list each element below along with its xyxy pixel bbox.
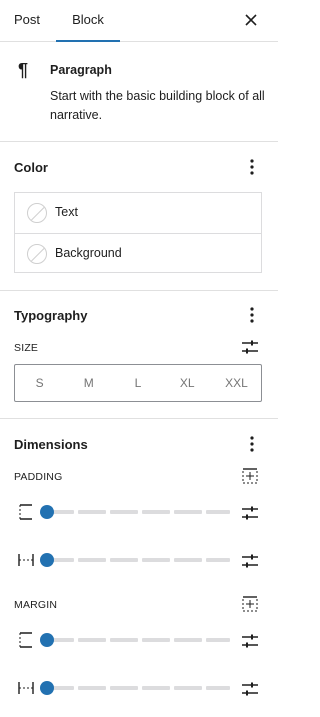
color-panel-title: Color [14, 160, 48, 175]
slider-thumb[interactable] [40, 505, 54, 519]
empty-swatch-icon [27, 203, 47, 223]
typography-panel-title: Typography [14, 308, 88, 323]
tab-post[interactable]: Post [14, 0, 40, 42]
horizontal-sides-icon [18, 554, 34, 566]
block-description: Start with the basic building block of a… [50, 89, 265, 122]
slider-thumb[interactable] [40, 681, 54, 695]
color-item-label: Text [55, 205, 78, 219]
color-item-text[interactable]: Text [15, 193, 261, 233]
dimensions-panel-title: Dimensions [14, 437, 88, 452]
padding-horizontal-slider[interactable] [40, 553, 230, 567]
font-size-m[interactable]: M [64, 365, 113, 401]
slider-thumb[interactable] [40, 633, 54, 647]
divider [0, 418, 278, 419]
color-item-label: Background [55, 246, 122, 260]
color-options-icon[interactable] [244, 157, 260, 177]
margin-vertical-slider[interactable] [40, 633, 230, 647]
font-size-s[interactable]: S [15, 365, 64, 401]
margin-horizontal-slider[interactable] [40, 681, 230, 695]
unlink-sides-icon[interactable] [240, 594, 260, 614]
custom-value-icon[interactable] [240, 679, 260, 699]
font-size-l[interactable]: L [113, 365, 162, 401]
padding-vertical-slider[interactable] [40, 505, 230, 519]
vertical-sides-icon [19, 632, 32, 648]
font-size-picker: S M L XL XXL [14, 364, 262, 402]
close-icon[interactable] [241, 10, 261, 30]
divider [0, 290, 278, 291]
paragraph-icon: ¶ [18, 60, 29, 80]
vertical-sides-icon [19, 504, 32, 520]
custom-size-icon[interactable] [240, 337, 260, 357]
dimensions-options-icon[interactable] [244, 434, 260, 454]
horizontal-sides-icon [18, 682, 34, 694]
margin-label: MARGIN [14, 599, 58, 611]
font-size-xl[interactable]: XL [163, 365, 212, 401]
custom-value-icon[interactable] [240, 631, 260, 651]
slider-thumb[interactable] [40, 553, 54, 567]
color-item-background[interactable]: Background [15, 233, 261, 273]
custom-value-icon[interactable] [240, 503, 260, 523]
padding-label: PADDING [14, 471, 63, 483]
block-title: Paragraph [50, 63, 112, 77]
empty-swatch-icon [27, 244, 47, 264]
color-list: Text Background [14, 192, 262, 273]
sidebar-tabs: Post Block [0, 0, 278, 42]
tab-block[interactable]: Block [56, 0, 120, 42]
custom-value-icon[interactable] [240, 551, 260, 571]
unlink-sides-icon[interactable] [240, 466, 260, 486]
size-label: SIZE [14, 342, 39, 354]
block-card: ¶ Paragraph Start with the basic buildin… [0, 42, 278, 142]
font-size-xxl[interactable]: XXL [212, 365, 261, 401]
typography-options-icon[interactable] [244, 305, 260, 325]
